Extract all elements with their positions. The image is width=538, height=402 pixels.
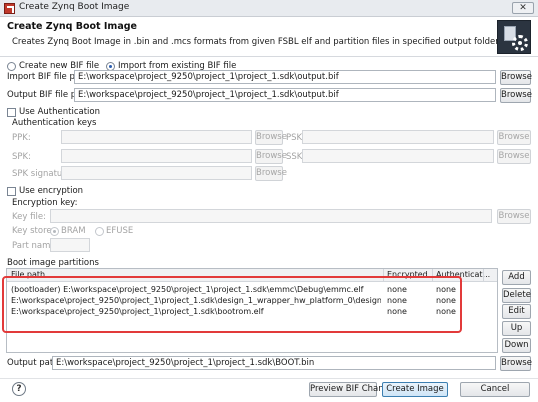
row-file-path: (bootloader) E:\workspace\project_9250\p…: [11, 285, 364, 294]
psk-input[interactable]: [302, 130, 494, 144]
column-divider: [483, 269, 484, 282]
ppk-browse-button[interactable]: Browse: [255, 130, 287, 145]
output-path-browse-button[interactable]: Browse: [500, 356, 532, 371]
ppk-input[interactable]: [61, 130, 252, 144]
encryption-key-label: Encryption key:: [12, 198, 78, 208]
row-encrypted: none: [387, 307, 407, 316]
partitions-table[interactable]: File path Encrypted Authenticat... (boot…: [6, 268, 498, 353]
column-file-path[interactable]: File path: [11, 270, 45, 279]
column-divider: [383, 269, 384, 282]
create-new-bif-radio[interactable]: [7, 62, 16, 71]
bram-label[interactable]: BRAM: [61, 226, 86, 236]
row-encrypted: none: [387, 285, 407, 294]
spk-signature-browse-button[interactable]: Browse: [255, 166, 287, 181]
move-down-button[interactable]: Down: [502, 338, 531, 353]
bram-radio[interactable]: [50, 227, 59, 236]
cancel-button[interactable]: Cancel: [460, 382, 530, 397]
move-up-button[interactable]: Up: [502, 321, 531, 336]
xilinx-sdk-icon: [4, 3, 15, 14]
gear-shape: [512, 35, 528, 51]
dialog-header: Create Zynq Boot Image Creates Zynq Boot…: [0, 17, 538, 57]
spk-label: SPK:: [12, 152, 31, 162]
efuse-label[interactable]: EFUSE: [106, 226, 133, 236]
use-authentication-checkbox[interactable]: [7, 108, 16, 117]
ppk-label: PPK:: [12, 133, 31, 143]
import-bif-browse-button[interactable]: Browse: [500, 70, 532, 85]
boot-image-gear-icon: [497, 20, 531, 54]
window-title: Create Zynq Boot Image: [19, 2, 130, 12]
dialog-title: Create Zynq Boot Image: [7, 21, 137, 32]
partitions-table-header: File path Encrypted Authenticat...: [7, 269, 497, 282]
dialog-description: Creates Zynq Boot Image in .bin and .mcs…: [12, 37, 501, 47]
row-encrypted: none: [387, 296, 407, 305]
ssk-browse-button[interactable]: Browse: [497, 149, 531, 164]
import-bif-path-input[interactable]: E:\workspace\project_9250\project_1\proj…: [74, 70, 496, 84]
boot-image-partitions-label: Boot image partitions: [7, 258, 99, 268]
window-titlebar[interactable]: Create Zynq Boot Image ✕: [0, 0, 538, 17]
add-partition-button[interactable]: Add: [502, 270, 531, 285]
create-image-button[interactable]: Create Image: [382, 382, 448, 397]
footer-divider: [0, 378, 538, 379]
part-name-input[interactable]: [50, 238, 90, 252]
output-bif-browse-button[interactable]: Browse: [500, 88, 532, 103]
key-file-input[interactable]: [50, 209, 492, 223]
column-divider: [432, 269, 433, 282]
table-row[interactable]: (bootloader) E:\workspace\project_9250\p…: [7, 285, 497, 296]
use-authentication-label[interactable]: Use Authentication: [19, 107, 100, 117]
key-file-browse-button[interactable]: Browse: [497, 209, 531, 224]
use-encryption-label[interactable]: Use encryption: [19, 186, 83, 196]
output-bif-path-input[interactable]: E:\workspace\project_9250\project_1\proj…: [74, 88, 496, 102]
close-icon[interactable]: ✕: [512, 2, 534, 14]
row-file-path: E:\workspace\project_9250\project_1\proj…: [11, 307, 264, 316]
output-path-input[interactable]: E:\workspace\project_9250\project_1\proj…: [52, 356, 496, 370]
row-authenticated: none: [436, 307, 456, 316]
spk-browse-button[interactable]: Browse: [255, 149, 287, 164]
row-file-path: E:\workspace\project_9250\project_1\proj…: [11, 296, 381, 305]
edit-partition-button[interactable]: Edit: [502, 304, 531, 319]
spk-signature-input[interactable]: [61, 166, 252, 180]
row-authenticated: none: [436, 285, 456, 294]
table-row[interactable]: E:\workspace\project_9250\project_1\proj…: [7, 307, 497, 318]
psk-browse-button[interactable]: Browse: [497, 130, 531, 145]
use-encryption-checkbox[interactable]: [7, 187, 16, 196]
row-authenticated: none: [436, 296, 456, 305]
key-file-label: Key file:: [12, 212, 46, 222]
authentication-keys-label: Authentication keys: [12, 118, 97, 128]
help-icon[interactable]: ?: [12, 382, 26, 396]
spk-input[interactable]: [61, 149, 252, 163]
key-store-label: Key store:: [12, 226, 55, 236]
ssk-input[interactable]: [302, 149, 494, 163]
table-row[interactable]: E:\workspace\project_9250\project_1\proj…: [7, 296, 497, 307]
delete-partition-button[interactable]: Delete: [502, 288, 531, 303]
column-encrypted[interactable]: Encrypted: [387, 270, 428, 279]
preview-bif-changes-button[interactable]: Preview BIF Changes: [309, 382, 399, 397]
efuse-radio[interactable]: [95, 227, 104, 236]
